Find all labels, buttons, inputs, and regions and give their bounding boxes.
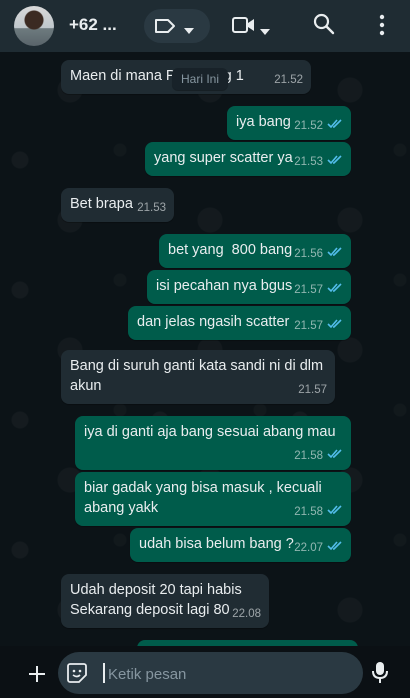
search-button[interactable]	[313, 13, 339, 39]
video-call-icon	[232, 16, 256, 39]
message-meta: 21.57	[294, 280, 343, 300]
message-bubble[interactable]: yang super scatter ya 21.53	[145, 142, 351, 176]
message-bubble[interactable]: iya bang 21.52	[227, 106, 351, 140]
message-meta: 22.07	[294, 538, 343, 558]
plus-icon	[29, 666, 45, 682]
voice-message-button[interactable]	[370, 661, 390, 685]
message-time: 21.53	[294, 156, 323, 168]
message-bubble[interactable]: bet yang 800 bang 21.56	[159, 234, 351, 268]
message-bubble[interactable]: udah bisa belum bang ? 22.07	[130, 528, 351, 562]
message-meta: 22.08	[232, 604, 261, 624]
message-bubble[interactable]: Bang di suruh ganti kata sandi ni di dlm…	[61, 350, 335, 404]
microphone-icon	[372, 662, 388, 683]
message-time: 21.53	[137, 202, 166, 214]
read-receipt-icon	[327, 316, 343, 336]
message-meta: 21.57	[298, 380, 327, 400]
message-meta: 21.53	[137, 198, 166, 218]
message-text: biar gadak yang bisa masuk , kecuali aba…	[84, 480, 326, 516]
contact-avatar[interactable]	[14, 6, 54, 46]
message-time: 22.07	[294, 542, 323, 554]
contact-name[interactable]: +62 ...	[69, 15, 117, 35]
sticker-icon[interactable]	[66, 662, 88, 689]
message-bubble[interactable]: dan jelas ngasih scatter 21.57	[128, 306, 351, 340]
search-icon	[313, 13, 335, 35]
chevron-down-icon	[184, 22, 194, 40]
message-text: iya di ganti aja bang sesuai abang mau	[84, 424, 336, 440]
message-time: 21.57	[294, 284, 323, 296]
attach-button[interactable]	[26, 663, 48, 685]
message-bubble[interactable]: Udah deposit 20 tapi habis Sekarang depo…	[61, 574, 269, 628]
message-list[interactable]: Maen di mana P ong 1 21.52 Hari Ini iya …	[0, 52, 410, 646]
message-meta: 21.52	[294, 116, 343, 136]
message-meta: 21.57	[294, 316, 343, 336]
label-button[interactable]	[144, 9, 210, 43]
more-options-icon	[379, 14, 385, 36]
message-composer	[0, 646, 410, 698]
read-receipt-icon	[327, 152, 343, 172]
message-meta: 21.53	[294, 152, 343, 172]
message-time: 21.52	[294, 120, 323, 132]
message-time: 21.56	[294, 248, 323, 260]
read-receipt-icon	[327, 244, 343, 264]
message-time: 21.58	[294, 506, 323, 518]
message-time: 21.57	[298, 384, 327, 396]
message-meta: 21.56	[294, 244, 343, 264]
message-text: Bang di suruh ganti kata sandi ni di dlm…	[70, 358, 328, 394]
message-meta: 21.58	[294, 502, 343, 522]
date-chip: Hari Ini	[172, 68, 229, 90]
read-receipt-icon	[327, 446, 343, 466]
message-bubble[interactable]: Bet brapa 21.53	[61, 188, 174, 222]
message-bubble[interactable]: iya di ganti aja bang sesuai abang mau 2…	[75, 416, 351, 470]
message-input[interactable]	[106, 652, 350, 696]
message-input-box[interactable]	[58, 652, 363, 696]
label-icon	[154, 18, 176, 39]
read-receipt-icon	[327, 538, 343, 558]
message-time: 21.52	[274, 74, 303, 86]
video-call-button[interactable]	[228, 10, 276, 42]
read-receipt-icon	[327, 280, 343, 300]
read-receipt-icon	[327, 116, 343, 136]
message-bubble[interactable]: biar gadak yang bisa masuk , kecuali aba…	[75, 472, 351, 526]
read-receipt-icon	[327, 502, 343, 522]
text-caret	[103, 663, 105, 683]
chat-header: +62 ...	[0, 0, 410, 52]
more-options-button[interactable]	[372, 13, 392, 39]
message-meta: 21.52	[274, 70, 303, 90]
message-time: 22.08	[232, 608, 261, 620]
message-time: 21.58	[294, 450, 323, 462]
chevron-down-icon	[260, 23, 270, 41]
message-bubble[interactable]: isi pecahan nya bgus 21.57	[147, 270, 351, 304]
message-time: 21.57	[294, 320, 323, 332]
message-meta: 21.58	[294, 446, 343, 466]
